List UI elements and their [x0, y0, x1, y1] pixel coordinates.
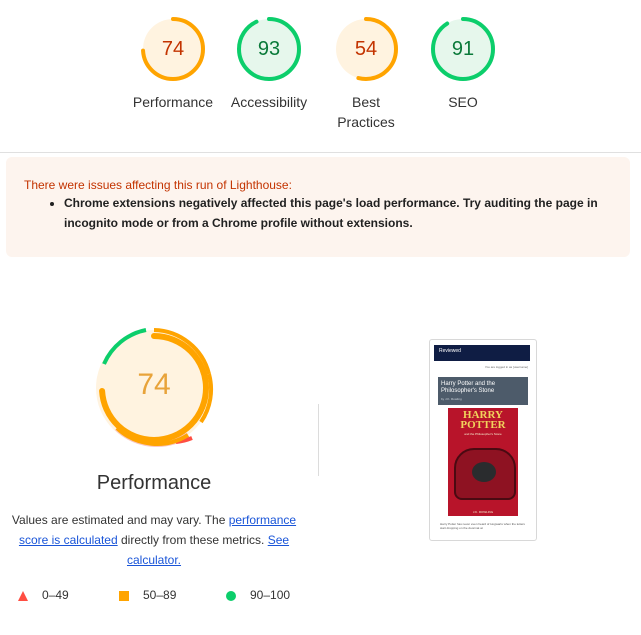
gauge-score: 91 — [451, 38, 475, 60]
performance-description: Values are estimated and may vary. The p… — [6, 510, 302, 570]
final-screenshot[interactable]: Reviewed You are logged in as [username]… — [429, 339, 537, 541]
triangle-icon — [18, 590, 28, 601]
legend-range: 0–49 — [42, 588, 69, 602]
circle-icon — [226, 590, 236, 601]
screenshot-brand: Reviewed — [439, 348, 461, 354]
legend-item-average: 50–89 — [119, 586, 176, 604]
book-cover-image: HARRY POTTER and the Philosopher's Stone… — [448, 408, 518, 516]
warning-title: There were issues affecting this run of … — [24, 178, 292, 192]
section-divider — [318, 404, 319, 476]
screenshot-book-header: Harry Potter and the Philosopher's Stone… — [438, 377, 528, 405]
screenshot-navbar: Reviewed — [434, 345, 530, 361]
performance-score: 74 — [137, 368, 171, 401]
gauge-label: Performance — [132, 94, 214, 110]
warning-item: Chrome extensions negatively affected th… — [64, 193, 604, 233]
gauge-best-practices[interactable]: 54 Best Practices — [316, 16, 416, 132]
gauge-label: SEO — [448, 94, 478, 110]
cover-subtitle: and the Philosopher's Stone — [464, 432, 502, 436]
gauge-accessibility[interactable]: 93 Accessibility — [219, 16, 319, 112]
desc-text-1: Values are estimated and may vary. The — [11, 513, 229, 527]
screenshot-blurb: Harry Potter has never even heard of Hog… — [440, 522, 525, 530]
gauge-seo[interactable]: 91 SEO — [413, 16, 513, 112]
cover-footer: J.K. ROWLING — [472, 510, 494, 514]
lighthouse-warning: There were issues affecting this run of … — [6, 157, 630, 257]
warning-list: Chrome extensions negatively affected th… — [24, 193, 604, 233]
legend-range: 50–89 — [143, 588, 177, 602]
gauge-score: 54 — [354, 38, 378, 60]
cover-title: HARRY POTTER — [460, 409, 506, 431]
gauge-score: 74 — [161, 38, 185, 60]
legend-item-fail: 0–49 — [18, 586, 69, 604]
screenshot-login-text: You are logged in as [username] — [484, 365, 528, 369]
train-front — [472, 462, 496, 482]
square-icon — [119, 590, 129, 601]
train-illustration — [454, 448, 516, 500]
gauge-label: Best Practices — [337, 94, 395, 130]
category-gauges: 74 Performance 93 Accessibility 54 Best … — [0, 0, 641, 153]
screenshot-book-title: Harry Potter and the Philosopher's Stone — [441, 381, 496, 394]
performance-title: Performance — [96, 472, 212, 494]
gauge-score: 93 — [257, 38, 281, 60]
legend-item-pass: 90–100 — [226, 586, 290, 604]
screenshot-book-author: by J.K. Rowling — [441, 397, 462, 401]
gauge-performance[interactable]: 74 Performance — [123, 16, 223, 112]
legend-range: 90–100 — [250, 588, 291, 602]
desc-text-2: directly from these metrics. — [117, 533, 268, 547]
gauge-label: Accessibility — [230, 94, 308, 110]
